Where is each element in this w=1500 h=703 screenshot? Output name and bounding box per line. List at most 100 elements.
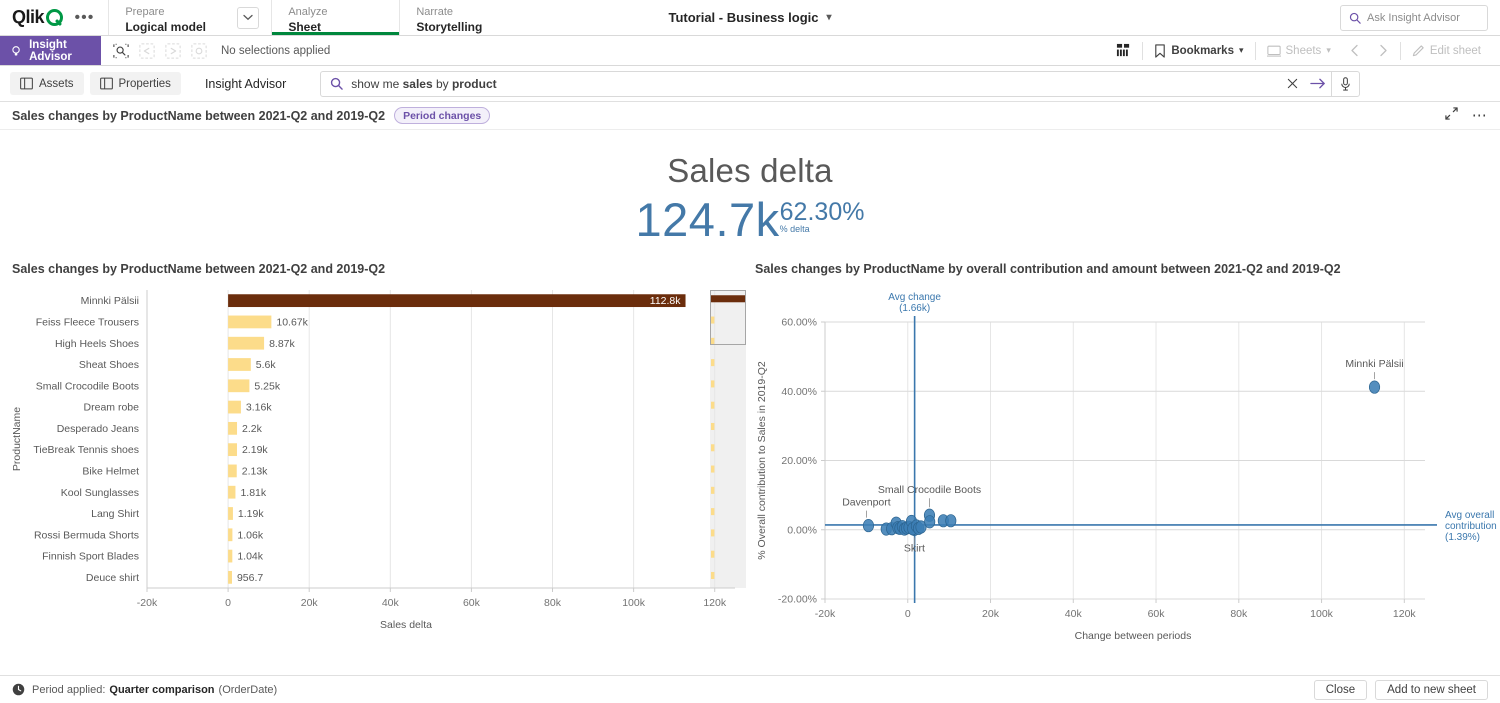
svg-text:956.7: 956.7 [237,572,263,584]
search-text-term1: sales [403,77,433,91]
svg-text:20k: 20k [982,608,1000,620]
bar-chart-svg[interactable]: Minnki Pälsii112.8kFeiss Fleece Trousers… [0,276,755,646]
svg-text:1.04k: 1.04k [237,551,263,563]
svg-text:40k: 40k [1065,608,1083,620]
sheets-chevron-down-icon: ▾ [1326,45,1331,56]
svg-text:60k: 60k [1148,608,1166,620]
overflow-menu-icon[interactable]: ••• [71,10,99,26]
bookmarks-button[interactable]: Bookmarks ▾ [1145,36,1252,66]
no-selections-label: No selections applied [221,45,330,57]
kpi-main-value: 124.7k [636,196,780,244]
insight-advisor-badge[interactable]: Insight Advisor [0,36,101,65]
svg-text:Rossi Bermuda Shorts: Rossi Bermuda Shorts [34,529,139,541]
selection-bar: Insight Advisor No selections applied Bo… [0,36,1500,66]
svg-text:2.19k: 2.19k [242,444,268,456]
search-input-value[interactable]: show me sales by product [351,77,1279,91]
svg-text:(1.66k): (1.66k) [899,303,930,314]
nav-narrate-main: Storytelling [416,19,511,35]
analysis-more-icon[interactable]: ⋯ [1472,111,1488,121]
assets-button[interactable]: Assets [10,72,84,95]
search-icon [321,77,351,90]
close-button[interactable]: Close [1314,680,1367,700]
svg-text:60k: 60k [463,597,481,609]
svg-text:120k: 120k [703,597,727,609]
footer-bar: Period applied: Quarter comparison (Orde… [0,675,1500,703]
svg-text:ProductName: ProductName [11,407,23,471]
nav-section-prepare[interactable]: Prepare Logical model [109,1,229,35]
search-icon [1349,12,1361,24]
nav-prepare-main: Logical model [125,19,213,35]
kpi-title: Sales delta [0,152,1500,190]
svg-text:% Overall contribution to Sale: % Overall contribution to Sales in 2019-… [756,361,768,560]
add-to-new-sheet-button[interactable]: Add to new sheet [1375,680,1488,700]
step-back-icon [137,41,157,61]
logo-area: Qlik ••• [0,0,108,35]
insight-advisor-search[interactable]: show me sales by product [320,71,1360,97]
svg-text:Skirt: Skirt [904,542,925,554]
svg-text:3.16k: 3.16k [246,402,272,414]
scatter-chart-svg[interactable]: -20.00%0.00%20.00%40.00%60.00%-20k020k40… [755,276,1500,646]
nav-section-narrate[interactable]: Narrate Storytelling [399,0,527,35]
nav-analyze-main: Sheet [288,19,383,35]
svg-text:1.81k: 1.81k [240,487,266,499]
nav-section-analyze[interactable]: Analyze Sheet [271,0,399,35]
bookmark-icon [1154,44,1166,58]
svg-text:Bike Helmet: Bike Helmet [82,466,139,478]
svg-text:60.00%: 60.00% [781,317,817,329]
app-title-chevron-down-icon[interactable]: ▾ [826,12,831,23]
qlik-logo[interactable]: Qlik [12,7,63,28]
expand-icon[interactable] [1445,107,1458,125]
bar-chart-title: Sales changes by ProductName between 202… [0,262,755,276]
svg-text:80k: 80k [544,597,562,609]
svg-text:Avg overall: Avg overall [1445,510,1494,521]
ask-placeholder: Ask Insight Advisor [1367,12,1460,24]
svg-text:1.06k: 1.06k [237,529,263,541]
previous-sheet-button [1340,36,1369,66]
svg-text:10.67k: 10.67k [276,317,308,329]
svg-text:1.19k: 1.19k [238,508,264,520]
insight-advisor-section-label: Insight Advisor [205,77,286,91]
selections-tool-icon[interactable] [111,41,131,61]
analysis-title: Sales changes by ProductName between 202… [12,109,385,123]
submit-search-icon[interactable] [1305,72,1331,96]
svg-text:5.6k: 5.6k [256,359,277,371]
svg-text:0.00%: 0.00% [787,524,817,536]
sheet-icon [1267,45,1281,57]
clear-search-icon[interactable] [1279,72,1305,96]
lightbulb-icon [10,44,22,58]
properties-label: Properties [119,78,171,90]
search-text-mid: by [433,77,452,91]
voice-input-icon[interactable] [1331,72,1359,96]
properties-button[interactable]: Properties [90,72,181,95]
toolbar-divider-3 [1400,42,1401,60]
nav-prepare-sub: Prepare [125,5,213,19]
analysis-type-chip: Period changes [394,107,490,124]
svg-text:Dream robe: Dream robe [84,402,140,414]
svg-text:Small Crocodile Boots: Small Crocodile Boots [36,380,139,392]
chevron-left-icon [1349,44,1360,57]
svg-text:20.00%: 20.00% [781,455,817,467]
pencil-icon [1412,44,1425,57]
next-sheet-button [1369,36,1398,66]
edit-sheet-label: Edit sheet [1430,45,1481,57]
app-grid-icon[interactable] [1107,36,1140,66]
scatter-chart-title: Sales changes by ProductName by overall … [755,262,1500,276]
bookmarks-chevron-down-icon: ▾ [1239,45,1244,56]
assets-label: Assets [39,78,74,90]
svg-text:40k: 40k [382,597,400,609]
panel-icon [100,77,113,90]
insight-advisor-toolbar: Assets Properties Insight Advisor show m… [0,66,1500,102]
chevron-down-icon[interactable] [237,7,259,29]
kpi-delta-percent-label: % delta [780,224,810,234]
search-text-term2: product [452,77,497,91]
svg-text:Kool Sunglasses: Kool Sunglasses [61,487,139,499]
analysis-header-actions: ⋯ [1445,107,1488,125]
clear-selections-icon [189,41,209,61]
nav-narrate-sub: Narrate [416,5,511,19]
svg-text:8.87k: 8.87k [269,338,295,350]
svg-text:0: 0 [905,608,911,620]
ask-insight-advisor-input[interactable]: Ask Insight Advisor [1340,5,1488,31]
svg-text:Lang Shirt: Lang Shirt [91,508,139,520]
svg-text:80k: 80k [1230,608,1248,620]
scatter-chart-panel: Sales changes by ProductName by overall … [755,262,1500,652]
